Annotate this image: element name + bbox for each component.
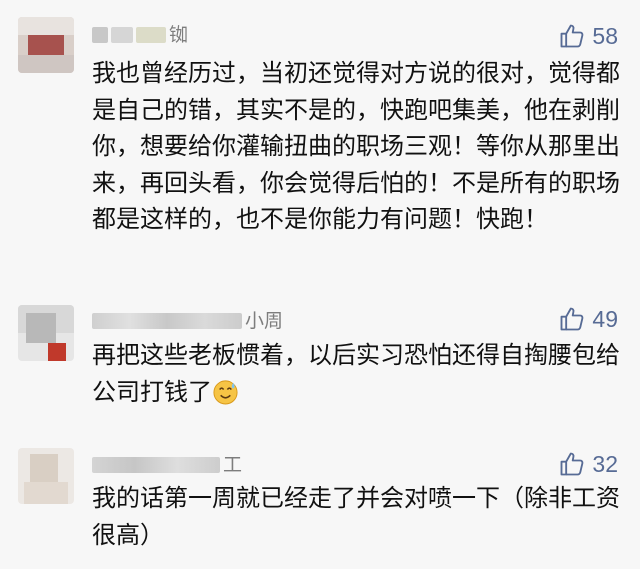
blurred-name-mask [111, 27, 133, 43]
like-button[interactable]: 58 [558, 22, 618, 50]
like-button[interactable]: 32 [558, 450, 618, 478]
commenter-name[interactable]: 小周 [92, 308, 283, 334]
comment-text: 我的话第一周就已经走了并会对喷一下（除非工资很高） [92, 484, 620, 549]
comment-text: 再把这些老板惯着，以后实习恐怕还得自掏腰包给公司打钱了 [92, 337, 622, 410]
avatar[interactable] [18, 448, 74, 504]
like-button[interactable]: 49 [558, 305, 618, 333]
blurred-name-mask [92, 313, 242, 329]
commenter-name[interactable]: 铷 [92, 22, 188, 48]
commenter-name-text: 小周 [245, 310, 284, 332]
thumbs-up-icon [560, 307, 584, 331]
commenter-name[interactable]: 工 [92, 452, 242, 478]
like-count: 49 [592, 305, 618, 332]
blurred-name-mask [92, 457, 220, 473]
like-count: 58 [592, 22, 618, 49]
blurred-name-mask [136, 27, 166, 43]
like-count: 32 [592, 450, 618, 477]
commenter-name-text: 铷 [169, 24, 189, 46]
thumbs-up-icon [560, 452, 584, 476]
sweat-smile-emoji-icon [213, 379, 238, 405]
avatar[interactable] [18, 17, 74, 73]
comment-text: 我也曾经历过，当初还觉得对方说的很对，觉得都是自己的错，其实不是的，快跑吧集美，… [92, 59, 620, 233]
blurred-name-mask [92, 27, 108, 43]
comment-text-content: 再把这些老板惯着，以后实习恐怕还得自掏腰包给公司打钱了 [92, 341, 620, 406]
avatar[interactable] [18, 305, 74, 361]
thumbs-up-icon [560, 24, 584, 48]
commenter-name-text: 工 [223, 454, 243, 476]
